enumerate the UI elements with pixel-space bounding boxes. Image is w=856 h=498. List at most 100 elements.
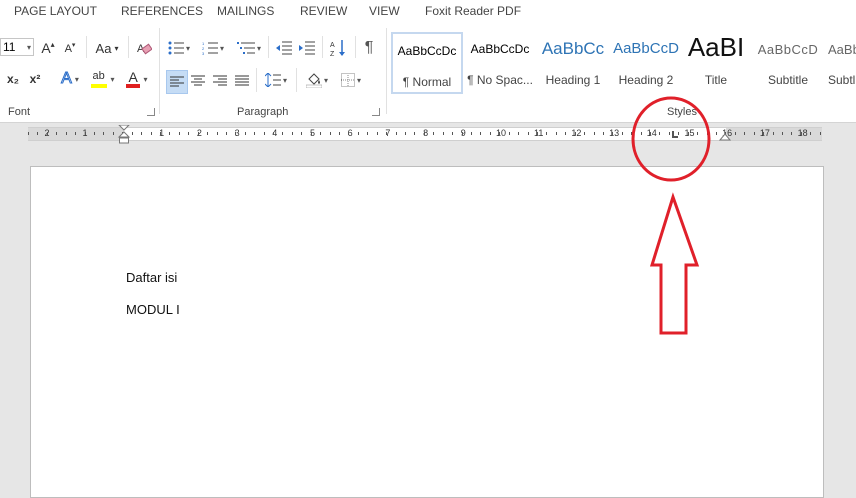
ruler-tick xyxy=(461,132,463,135)
subscript-button[interactable]: x₂ xyxy=(4,70,22,88)
font-color-button[interactable]: A ▾ xyxy=(122,69,152,89)
numbered-list-icon: 123 xyxy=(202,41,218,55)
shrink-font-button[interactable]: A ▾ xyxy=(63,41,77,57)
ruler-tick xyxy=(555,132,557,135)
ruler-tick xyxy=(84,132,86,135)
ruler-tick xyxy=(263,132,265,135)
tab-foxit-reader-pdf[interactable]: Foxit Reader PDF xyxy=(425,4,521,18)
align-center-button[interactable] xyxy=(188,71,208,91)
tab-view[interactable]: VIEW xyxy=(369,4,400,18)
style-title[interactable]: AaBI Title xyxy=(680,32,752,94)
svg-text:3: 3 xyxy=(202,51,205,55)
text-effects-icon: A xyxy=(61,70,73,88)
ruler-tick xyxy=(339,132,341,135)
ruler-tick xyxy=(357,132,359,135)
indent-marker-icon[interactable] xyxy=(117,125,131,145)
style-subtitle-sample: AaBbCcD xyxy=(757,42,819,57)
font-size-value: 11 xyxy=(3,40,16,54)
font-dialog-launcher[interactable] xyxy=(147,108,155,116)
group-divider xyxy=(159,28,160,114)
ruler-tick xyxy=(197,132,199,135)
ribbon: 11 ▾ A ▴ A ▾ Aa ▾ A x₂ x² A ▾ ab ▾ A ▾ Font … xyxy=(0,22,856,123)
right-indent-marker-icon[interactable] xyxy=(719,131,731,141)
divider xyxy=(128,36,129,58)
ruler-tick xyxy=(584,132,586,135)
decrease-indent-button[interactable] xyxy=(274,38,294,58)
clear-formatting-button[interactable]: A xyxy=(134,38,154,58)
ruler-tick xyxy=(254,132,256,135)
ruler-tick xyxy=(433,132,435,135)
ruler-number: 17 xyxy=(759,128,770,138)
grow-font-button[interactable]: A ▴ xyxy=(40,39,56,57)
ruler-tick xyxy=(791,132,793,135)
ruler-number: 12 xyxy=(571,128,582,138)
ruler-tick xyxy=(46,132,48,135)
style-normal[interactable]: AaBbCcDc ¶ Normal xyxy=(391,32,463,94)
ruler-tick xyxy=(650,132,652,135)
ruler-tick xyxy=(678,132,680,135)
sort-button[interactable]: AZ xyxy=(328,37,350,59)
highlight-color-button[interactable]: ab ▾ xyxy=(88,69,118,89)
highlighter-icon: ab xyxy=(91,70,108,88)
tab-references[interactable]: REFERENCES xyxy=(121,4,203,18)
ruler-tick xyxy=(697,132,699,135)
ruler-tick xyxy=(301,132,303,135)
style-heading-2-sample: AaBbCcD xyxy=(613,40,679,57)
document-page[interactable]: Daftar isi MODUL I xyxy=(30,166,824,498)
divider xyxy=(268,36,269,58)
style-subtle-emphasis[interactable]: AaBbCcD Subtl xyxy=(824,32,856,94)
line-spacing-button[interactable]: ▾ xyxy=(261,70,291,90)
multilevel-list-button[interactable]: ▾ xyxy=(234,38,264,58)
tab-mailings[interactable]: MAILINGS xyxy=(217,4,274,18)
align-right-icon xyxy=(213,75,227,86)
ruler-tick xyxy=(244,132,246,135)
show-formatting-button[interactable]: ¶ xyxy=(360,37,378,59)
change-case-button[interactable]: Aa ▾ xyxy=(92,39,122,57)
style-heading-1[interactable]: AaBbCc Heading 1 xyxy=(537,32,609,94)
ruler-tick xyxy=(546,132,548,135)
style-heading-2[interactable]: AaBbCcD Heading 2 xyxy=(610,32,682,94)
left-tab-stop-icon[interactable] xyxy=(672,131,678,138)
ruler-tick xyxy=(235,132,237,135)
style-subtitle[interactable]: AaBbCcD Subtitle xyxy=(752,32,824,94)
group-divider xyxy=(386,28,387,114)
ruler-tick xyxy=(489,132,491,135)
ruler-tick xyxy=(574,132,576,135)
align-center-icon xyxy=(191,75,205,86)
font-size-input[interactable]: 11 ▾ xyxy=(0,38,34,56)
document-line[interactable]: Daftar isi xyxy=(126,270,177,285)
decrease-indent-icon xyxy=(276,41,292,55)
ruler-tick xyxy=(442,132,444,135)
increase-indent-button[interactable] xyxy=(297,38,317,58)
tab-review[interactable]: REVIEW xyxy=(300,4,347,18)
bullets-button[interactable]: ▾ xyxy=(166,38,192,58)
tab-page-layout[interactable]: PAGE LAYOUT xyxy=(14,4,97,18)
ruler-tick xyxy=(763,132,765,135)
increase-indent-icon xyxy=(299,41,315,55)
style-no-spacing[interactable]: AaBbCcDc ¶ No Spac... xyxy=(464,32,536,94)
text-effects-button[interactable]: A ▾ xyxy=(56,69,84,89)
ruler-tick xyxy=(310,132,312,135)
style-subtle-emphasis-label: Subtl xyxy=(828,73,856,87)
eraser-icon: A xyxy=(137,43,152,55)
align-right-button[interactable] xyxy=(210,71,230,91)
justify-button[interactable] xyxy=(232,71,252,91)
divider xyxy=(355,36,356,58)
ruler-tick xyxy=(782,132,783,135)
borders-button[interactable]: ▾ xyxy=(336,70,366,90)
ruler-tick xyxy=(659,132,661,135)
ribbon-tabs: PAGE LAYOUT REFERENCES MAILINGS REVIEW V… xyxy=(0,0,856,23)
style-no-spacing-sample: AaBbCcDc xyxy=(470,42,530,56)
document-line[interactable]: MODUL I xyxy=(126,302,180,317)
superscript-button[interactable]: x² xyxy=(26,70,44,88)
svg-text:A: A xyxy=(330,42,335,49)
shading-button[interactable]: ▾ xyxy=(302,70,332,90)
numbering-button[interactable]: 123 ▾ xyxy=(200,38,226,58)
svg-text:Z: Z xyxy=(330,51,335,57)
align-left-button[interactable] xyxy=(166,70,188,94)
horizontal-ruler[interactable]: 2 1 123456789101112131415161718 xyxy=(28,125,822,144)
ruler-tick xyxy=(612,132,614,135)
ruler-tick xyxy=(291,132,293,135)
paragraph-dialog-launcher[interactable] xyxy=(372,108,380,116)
sort-az-icon: AZ xyxy=(330,40,345,57)
